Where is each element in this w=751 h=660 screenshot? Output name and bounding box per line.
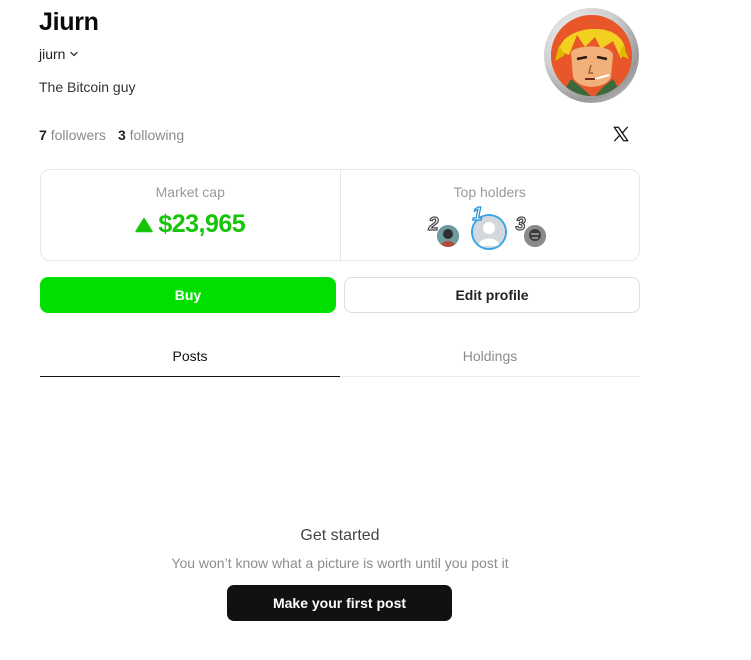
empty-state-subtitle: You won’t know what a picture is worth u… [171, 555, 509, 571]
empty-state-title: Get started [300, 527, 380, 544]
avatar-image [551, 15, 632, 96]
market-cap-value-row: $23,965 [41, 210, 340, 239]
top-holders-label: Top holders [453, 184, 526, 200]
followers-count: 7 [39, 127, 47, 143]
market-cap-value: $23,965 [158, 210, 246, 238]
make-first-post-button[interactable]: Make your first post [227, 585, 452, 621]
top-holders-list: 2 1 3 [341, 203, 640, 252]
tab-posts[interactable]: Posts [40, 335, 340, 377]
chevron-down-icon [70, 51, 79, 57]
top-holders-section: Top holders 2 1 3 [339, 170, 640, 260]
market-cap-section: Market cap $23,965 [41, 170, 340, 260]
x-logo-icon[interactable] [612, 125, 630, 143]
market-cap-label: Market cap [155, 184, 225, 200]
profile-name: Jiurn [39, 8, 99, 36]
following-label: following [129, 127, 185, 143]
following-count: 3 [117, 127, 126, 143]
following-link[interactable]: 3 following [118, 127, 184, 143]
edit-profile-button[interactable]: Edit profile [344, 277, 640, 313]
handle-dropdown[interactable]: jiurn [39, 46, 79, 62]
followers-label: followers [50, 127, 106, 143]
stats-card: Market cap $23,965 Top holders 2 1 3 [40, 169, 640, 261]
holder-rank-number: 1 [472, 203, 483, 224]
triangle-up-icon [135, 217, 154, 232]
profile-avatar[interactable] [544, 8, 639, 103]
followers-link[interactable]: 7 followers [39, 127, 106, 143]
profile-tabs: Posts Holdings [40, 335, 640, 377]
holder-rank-number: 2 [428, 213, 439, 234]
profile-page: Jiurn jiurn The Bitcoin guy 7 followers … [0, 0, 751, 660]
tab-holdings[interactable]: Holdings [340, 335, 640, 376]
buy-button[interactable]: Buy [40, 277, 336, 313]
holder-rank-number: 3 [515, 213, 526, 234]
holder-avatar [436, 225, 459, 247]
handle-text: jiurn [39, 46, 66, 62]
follow-stats: 7 followers 3 following [39, 127, 184, 143]
holder-avatar [523, 225, 546, 247]
profile-bio: The Bitcoin guy [39, 79, 136, 95]
